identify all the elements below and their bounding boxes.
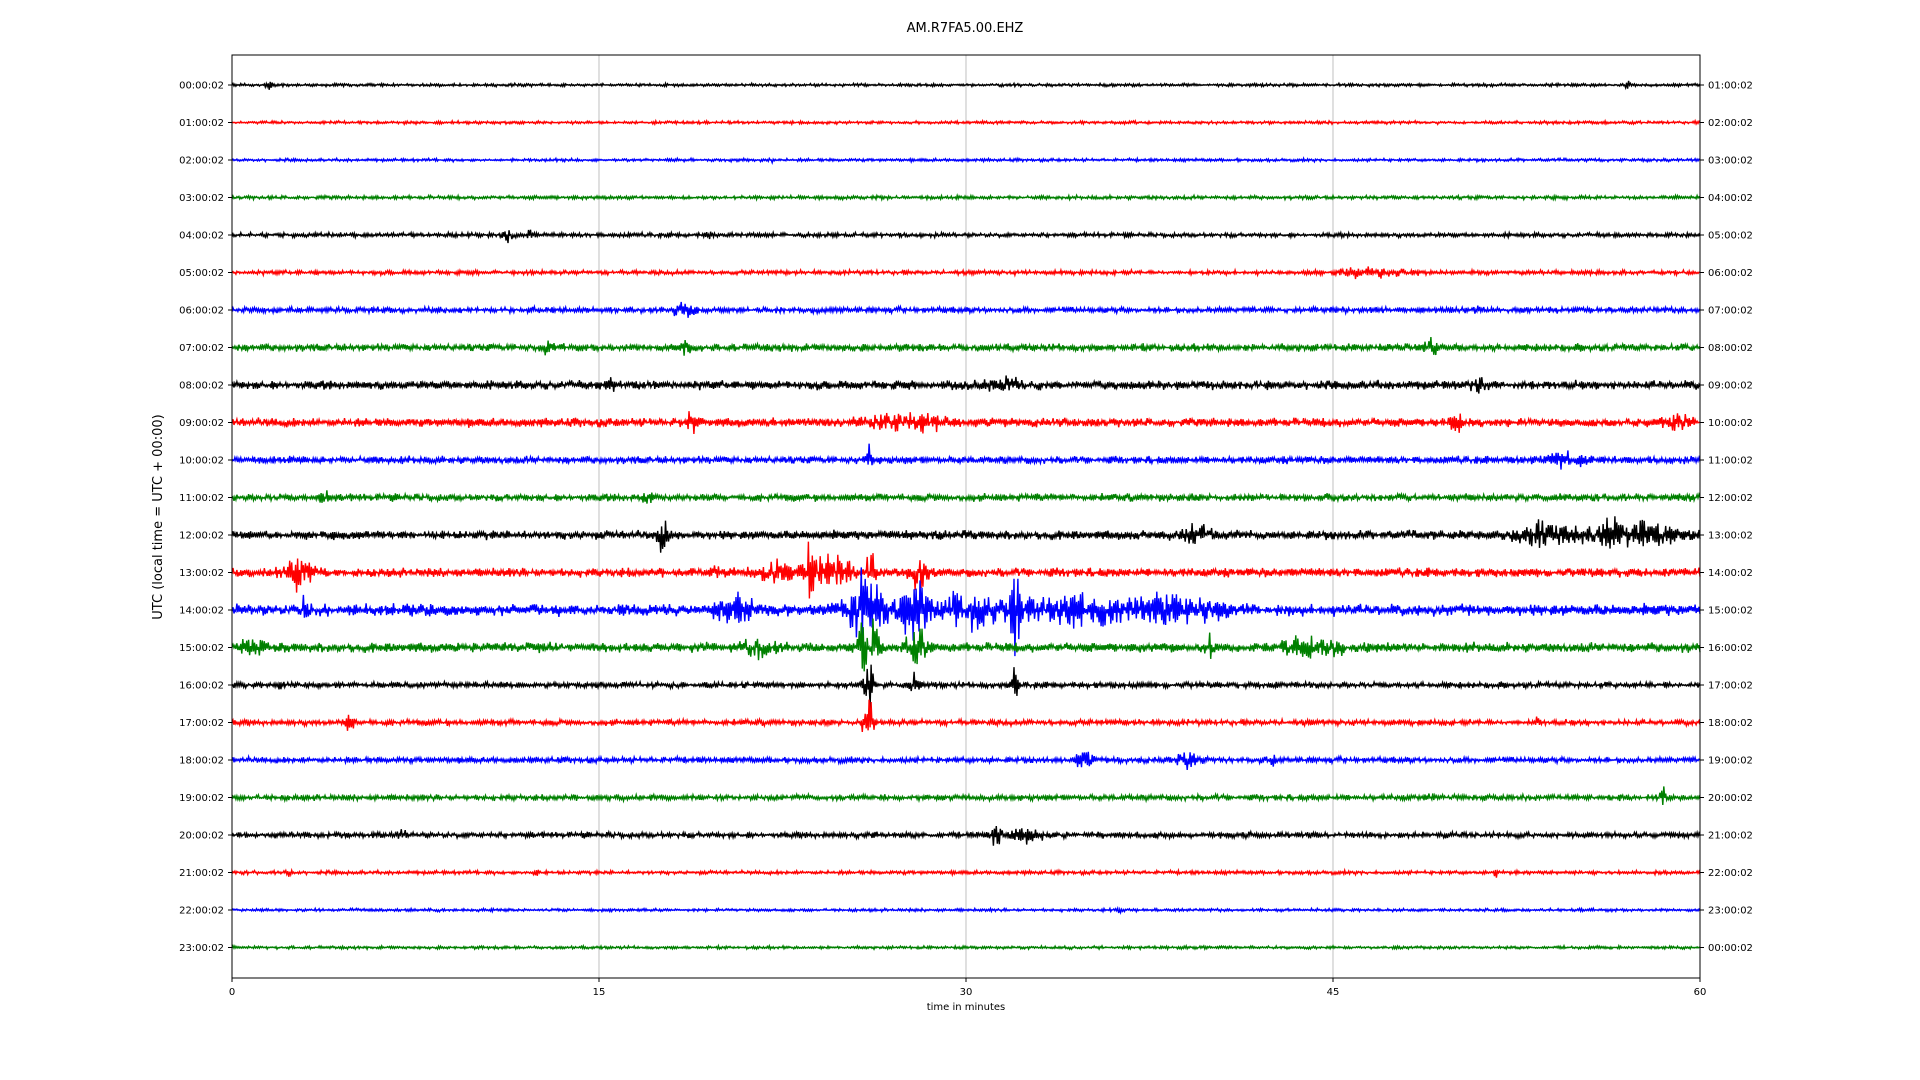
- y-tick-label-right-3: 04:00:02: [1708, 193, 1753, 204]
- y-tick-label-right-4: 05:00:02: [1708, 231, 1753, 242]
- x-tick-label-60: 60: [1694, 987, 1707, 998]
- y-tick-label-right-0: 01:00:02: [1708, 81, 1753, 92]
- y-tick-label-left-2: 02:00:02: [179, 156, 224, 167]
- y-tick-label-left-20: 20:00:02: [179, 831, 224, 842]
- y-tick-label-right-7: 08:00:02: [1708, 343, 1753, 354]
- y-tick-label-left-8: 08:00:02: [179, 381, 224, 392]
- x-axis-label: time in minutes: [927, 1002, 1006, 1013]
- y-tick-label-left-10: 10:00:02: [179, 456, 224, 467]
- y-tick-label-left-3: 03:00:02: [179, 193, 224, 204]
- y-tick-label-left-17: 17:00:02: [179, 718, 224, 729]
- y-tick-label-right-19: 20:00:02: [1708, 793, 1753, 804]
- chart-title: AM.R7FA5.00.EHZ: [907, 21, 1024, 36]
- y-tick-label-left-22: 22:00:02: [179, 906, 224, 917]
- y-tick-label-left-19: 19:00:02: [179, 793, 224, 804]
- y-tick-label-right-23: 00:00:02: [1708, 943, 1753, 954]
- y-tick-label-right-18: 19:00:02: [1708, 756, 1753, 767]
- y-tick-label-left-14: 14:00:02: [179, 606, 224, 617]
- y-tick-label-left-23: 23:00:02: [179, 943, 224, 954]
- y-tick-label-left-1: 01:00:02: [179, 118, 224, 129]
- y-tick-label-right-9: 10:00:02: [1708, 418, 1753, 429]
- y-tick-label-right-8: 09:00:02: [1708, 381, 1753, 392]
- x-tick-label-30: 30: [960, 987, 973, 998]
- y-tick-label-left-9: 09:00:02: [179, 418, 224, 429]
- y-tick-label-right-1: 02:00:02: [1708, 118, 1753, 129]
- y-axis-label: UTC (local time = UTC + 00:00): [151, 414, 166, 619]
- y-tick-label-right-16: 17:00:02: [1708, 681, 1753, 692]
- y-tick-label-left-5: 05:00:02: [179, 268, 224, 279]
- y-tick-label-left-21: 21:00:02: [179, 868, 224, 879]
- y-tick-label-right-15: 16:00:02: [1708, 643, 1753, 654]
- y-tick-label-left-11: 11:00:02: [179, 493, 224, 504]
- y-tick-label-right-5: 06:00:02: [1708, 268, 1753, 279]
- y-tick-label-right-12: 13:00:02: [1708, 531, 1753, 542]
- y-tick-label-left-15: 15:00:02: [179, 643, 224, 654]
- y-tick-label-left-18: 18:00:02: [179, 756, 224, 767]
- left-tick-labels: 00:00:02 01:00:02 02:00:02 03:00:02 04:00:02…: [179, 81, 232, 954]
- y-tick-label-left-16: 16:00:02: [179, 681, 224, 692]
- y-tick-label-left-4: 04:00:02: [179, 231, 224, 242]
- y-tick-label-right-6: 07:00:02: [1708, 306, 1753, 317]
- y-tick-label-right-13: 14:00:02: [1708, 568, 1753, 579]
- y-tick-label-left-0: 00:00:02: [179, 81, 224, 92]
- y-tick-label-right-17: 18:00:02: [1708, 718, 1753, 729]
- y-tick-label-left-12: 12:00:02: [179, 531, 224, 542]
- y-tick-label-right-20: 21:00:02: [1708, 831, 1753, 842]
- y-tick-label-right-11: 12:00:02: [1708, 493, 1753, 504]
- x-tick-label-15: 15: [593, 987, 606, 998]
- x-tick-label-45: 45: [1327, 987, 1340, 998]
- x-tick-label-0: 0: [229, 987, 235, 998]
- right-tick-labels: 01:00:02 02:00:02 03:00:02 04:00:02 05:00:02…: [1700, 81, 1753, 954]
- y-tick-label-left-6: 06:00:02: [179, 306, 224, 317]
- grid-layer: [598, 55, 1334, 978]
- y-tick-label-right-21: 22:00:02: [1708, 868, 1753, 879]
- y-tick-label-right-2: 03:00:02: [1708, 156, 1753, 167]
- y-tick-label-left-13: 13:00:02: [179, 568, 224, 579]
- y-tick-label-left-7: 07:00:02: [179, 343, 224, 354]
- y-tick-label-right-10: 11:00:02: [1708, 456, 1753, 467]
- helicorder-chart: AM.R7FA5.00.EHZ 00:00:02 01:00:02 02:00:02…: [151, 21, 1753, 1013]
- x-tick-labels: 0 15 30 45 60: [229, 978, 1707, 998]
- y-tick-label-right-14: 15:00:02: [1708, 606, 1753, 617]
- y-tick-label-right-22: 23:00:02: [1708, 906, 1753, 917]
